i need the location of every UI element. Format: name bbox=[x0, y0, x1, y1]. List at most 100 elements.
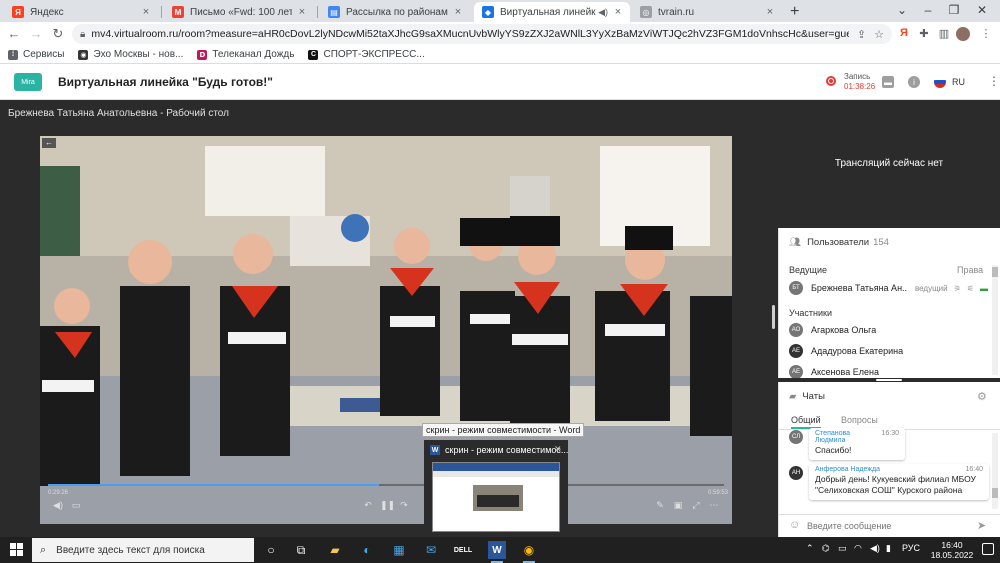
dell-icon[interactable]: DELL bbox=[454, 541, 472, 559]
chat-scrollbar[interactable] bbox=[992, 433, 998, 509]
screen-icon[interactable]: ▣ bbox=[672, 500, 684, 511]
emoji-icon[interactable]: ☺ bbox=[789, 519, 800, 531]
taskbar-clock[interactable]: 16:40 18.05.2022 bbox=[930, 540, 974, 560]
extensions-puzzle-icon[interactable]: ✚ bbox=[916, 27, 932, 41]
profile-avatar[interactable] bbox=[956, 27, 970, 41]
keyboard-language[interactable]: РУС bbox=[902, 543, 920, 553]
word-taskbar-icon[interactable]: W bbox=[488, 541, 506, 563]
edge-icon[interactable]: ◐ bbox=[358, 541, 376, 559]
taskbar-search[interactable]: ⌕ Введите здесь текст для поиска bbox=[32, 538, 254, 562]
bookmark-sport[interactable]: C СПОРТ-ЭКСПРЕСС... bbox=[308, 49, 425, 60]
tray-chevron-icon[interactable]: ⌃ bbox=[806, 543, 814, 554]
close-window-icon[interactable]: ✕ bbox=[972, 3, 992, 17]
minimize-icon[interactable]: – bbox=[918, 3, 938, 17]
volume-icon[interactable]: ◀) bbox=[52, 500, 64, 511]
tab-mailing[interactable]: ▤ Рассылка по районам вебинар × bbox=[320, 2, 470, 22]
mail-app-icon[interactable]: ✉ bbox=[422, 541, 440, 559]
users-scrollbar[interactable] bbox=[992, 265, 998, 375]
restore-icon[interactable]: ❐ bbox=[944, 3, 964, 17]
reload-icon[interactable]: ↻ bbox=[50, 26, 66, 42]
room-title: Виртуальная линейка "Будь готов!" bbox=[58, 75, 273, 89]
subtitles-icon[interactable]: ▭ bbox=[70, 500, 82, 511]
info-icon[interactable]: i bbox=[908, 76, 920, 88]
close-icon[interactable]: × bbox=[140, 6, 152, 18]
screen-share-icon[interactable]: ▬ bbox=[980, 284, 988, 293]
close-icon[interactable]: × bbox=[764, 6, 776, 18]
chats-header[interactable]: ▰ Чаты bbox=[789, 391, 825, 402]
avatar: АЕ bbox=[789, 365, 803, 379]
wifi-icon[interactable]: ◠ bbox=[854, 543, 862, 554]
notifications-icon[interactable] bbox=[982, 543, 994, 555]
list-item[interactable]: АЕ Ададурова Екатерина bbox=[789, 343, 989, 359]
bookmark-services[interactable]: ⁞ Сервисы bbox=[8, 49, 64, 60]
menu-kebab-icon[interactable]: ⋮ bbox=[978, 27, 994, 41]
mic-off-icon[interactable]: ⚞ bbox=[954, 284, 961, 293]
word-document-preview bbox=[432, 462, 560, 532]
address-bar[interactable]: 🔒︎ mv4.virtualroom.ru/room?measure=aHR0c… bbox=[72, 24, 892, 44]
users-panel: 👥︎ Пользователи 154 Ведущие Права БТ Бре… bbox=[778, 228, 1000, 380]
tab-tvrain[interactable]: ◎ tvrain.ru × bbox=[632, 2, 782, 22]
tab-virtual-room[interactable]: ◆ Виртуальная линейка "Будь ◀) × bbox=[474, 2, 630, 22]
video-more-icon[interactable]: ⋯ bbox=[708, 500, 720, 511]
tab-yandex[interactable]: Я Яндекс × bbox=[4, 2, 158, 22]
folder-icon[interactable]: ▬ bbox=[882, 76, 894, 88]
collapse-arrow-icon[interactable]: ← bbox=[42, 138, 56, 148]
back-arrow-icon[interactable]: ← bbox=[6, 26, 22, 41]
tab-mail[interactable]: M Письмо «Fwd: 100 лет пионерии × bbox=[164, 2, 314, 22]
chrome-icon[interactable]: ◉ bbox=[520, 541, 538, 563]
volume-tray-icon[interactable]: ◀) bbox=[870, 543, 880, 554]
russian-flag-icon[interactable] bbox=[934, 76, 946, 88]
store-icon[interactable]: ▦ bbox=[390, 541, 408, 559]
message-text: Добрый день! Кукуевский филиал МБОУ "Сел… bbox=[815, 474, 976, 495]
message-author: Степанова Людмила bbox=[815, 430, 851, 444]
cortana-icon[interactable]: ○ bbox=[262, 541, 280, 559]
forward-icon[interactable]: ↷ bbox=[398, 500, 410, 511]
rewind-icon[interactable]: ↶ bbox=[362, 500, 374, 511]
tab-search-icon[interactable]: ⌄ bbox=[892, 3, 912, 17]
list-item[interactable]: АО Агаркова Ольга bbox=[789, 322, 989, 338]
users-header[interactable]: 👥︎ Пользователи 154 bbox=[789, 237, 889, 248]
bookmark-dozhd[interactable]: Ⅾ Телеканал Дождь bbox=[197, 49, 294, 60]
file-explorer-icon[interactable]: ▰ bbox=[326, 541, 344, 559]
sidebar-icon[interactable]: ▥ bbox=[936, 27, 952, 41]
new-tab-icon[interactable]: + bbox=[790, 3, 799, 21]
camera-off-icon[interactable]: ⚟ bbox=[967, 284, 974, 293]
network-icon[interactable]: ⌬ bbox=[822, 543, 830, 554]
url-text[interactable]: mv4.virtualroom.ru/room?measure=aHR0cDov… bbox=[91, 28, 849, 40]
send-icon[interactable]: ➤ bbox=[977, 519, 986, 532]
display-icon[interactable]: ▭ bbox=[838, 543, 847, 554]
video-progress-bar[interactable] bbox=[48, 484, 724, 486]
close-icon[interactable]: × bbox=[612, 6, 624, 18]
more-icon[interactable]: ⋮ bbox=[988, 74, 1000, 88]
record-icon[interactable] bbox=[826, 76, 836, 86]
scrollbar-thumb[interactable] bbox=[992, 488, 998, 498]
participants-heading: Участники bbox=[789, 308, 832, 318]
bookmarks-bar: ⁞ Сервисы ◉ Эхо Москвы - нов... Ⅾ Телека… bbox=[0, 46, 1000, 64]
panel-resize-handle[interactable] bbox=[772, 305, 775, 329]
pen-icon[interactable]: ✎ bbox=[654, 500, 666, 511]
tab-general[interactable]: Общий bbox=[791, 415, 821, 429]
close-icon[interactable]: × bbox=[296, 6, 308, 18]
tab-questions[interactable]: Вопросы bbox=[841, 415, 878, 425]
message-input[interactable] bbox=[807, 518, 967, 533]
close-preview-icon[interactable]: ✕ bbox=[554, 444, 562, 455]
share-icon[interactable]: ⇪ bbox=[857, 28, 866, 41]
yandex-extension-icon[interactable]: Я bbox=[896, 27, 912, 41]
scrollbar-thumb[interactable] bbox=[992, 267, 998, 277]
gear-icon[interactable]: ⚙ bbox=[977, 390, 987, 403]
pause-icon[interactable]: ❚❚ bbox=[380, 500, 395, 511]
hosts-heading: Ведущие bbox=[789, 265, 827, 275]
battery-icon[interactable]: ▮ bbox=[886, 543, 891, 554]
bookmark-star-icon[interactable]: ☆ bbox=[874, 28, 884, 41]
close-icon[interactable]: × bbox=[452, 6, 464, 18]
taskbar-window-preview[interactable]: W скрин - режим совместимос... ✕ bbox=[424, 440, 568, 536]
fullscreen-icon[interactable]: ⤢ bbox=[690, 500, 702, 511]
speaker-icon[interactable]: ◀) bbox=[598, 7, 608, 18]
host-row[interactable]: БТ Брежнева Татьяна Ан... ведущий ⚞ ⚟ ▬ bbox=[789, 280, 989, 296]
forward-arrow-icon[interactable]: → bbox=[28, 26, 44, 41]
video-player[interactable]: ← 0:29:26 0:59:53 ◀) ▭ ↶ ❚❚ ↷ ✎ ▣ ⤢ ⋯ bbox=[40, 136, 732, 524]
language-selector[interactable]: RU bbox=[952, 77, 965, 87]
task-view-icon[interactable]: ⧉ bbox=[292, 541, 310, 559]
bookmark-echo[interactable]: ◉ Эхо Москвы - нов... bbox=[78, 49, 183, 60]
windows-start-icon[interactable] bbox=[10, 543, 24, 557]
